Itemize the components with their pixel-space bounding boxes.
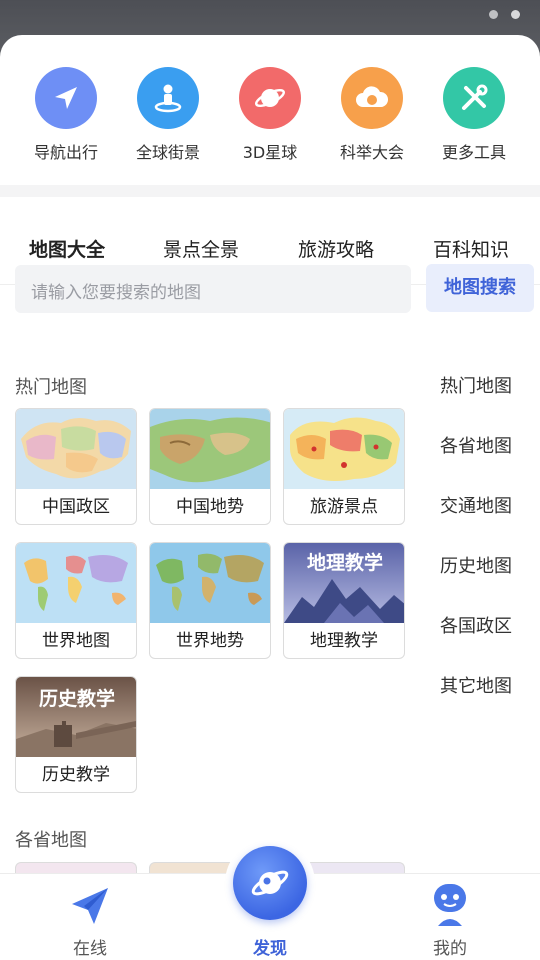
map-card-china-terrain[interactable]: 中国地势 (149, 408, 271, 525)
tab-travel-guide[interactable]: 旅游攻略 (298, 235, 374, 262)
quick-action-label: 导航出行 (33, 143, 98, 162)
section-title-hot-maps: 热门地图 (15, 377, 87, 398)
tab-map-collection[interactable]: 地图大全 (29, 235, 105, 262)
side-menu-country-political[interactable]: 各国政区 (440, 612, 512, 638)
status-dot (489, 10, 498, 19)
map-card-world-terrain[interactable]: 世界地势 (149, 542, 271, 659)
nav-label: 在线 (73, 939, 107, 959)
geography-teaching-overlay: 地理教学 (307, 551, 383, 574)
map-card-history-teaching[interactable]: 历史教学 历史教学 (15, 676, 137, 793)
map-card-label: 历史教学 (42, 765, 110, 785)
tourist-map-thumbnail (284, 409, 404, 489)
quick-action-navigation[interactable]: 导航出行 (16, 67, 116, 163)
map-card-label: 旅游景点 (310, 497, 378, 517)
navigation-arrow-icon (35, 67, 97, 129)
history-teaching-thumbnail: 历史教学 (16, 677, 136, 757)
map-card-tourist-attractions[interactable]: 旅游景点 (283, 408, 405, 525)
quick-actions: 导航出行 全球街景 3D星球 科举大会 更多工具 (0, 35, 540, 185)
world-map-thumbnail (16, 543, 136, 623)
cloud-exam-icon (341, 67, 403, 129)
search-input[interactable]: 请输入您要搜索的地图 (15, 265, 411, 313)
quick-action-label: 更多工具 (441, 143, 506, 162)
history-teaching-overlay: 历史教学 (39, 687, 115, 710)
map-search-button[interactable]: 地图搜索 (426, 264, 534, 312)
quick-action-street-view[interactable]: 全球街景 (118, 67, 218, 163)
status-dot (511, 10, 520, 19)
tab-scenic-panorama[interactable]: 景点全景 (163, 235, 239, 262)
nav-label: 我的 (433, 939, 467, 959)
map-card-label: 地理教学 (310, 631, 378, 651)
planet-icon (239, 67, 301, 129)
quick-action-label: 全球街景 (135, 143, 200, 162)
discover-planet-button[interactable] (233, 846, 307, 920)
side-menu-other-maps[interactable]: 其它地图 (440, 672, 512, 698)
geography-teaching-thumbnail: 地理教学 (284, 543, 404, 623)
section-title-province-maps: 各省地图 (15, 830, 87, 851)
china-terrain-map-thumbnail (150, 409, 270, 489)
tools-icon (443, 67, 505, 129)
map-card-label: 世界地图 (42, 631, 110, 651)
side-menu-hot-maps[interactable]: 热门地图 (440, 372, 512, 398)
street-view-icon (137, 67, 199, 129)
quick-action-3d-planet[interactable]: 3D星球 (220, 67, 320, 163)
side-menu-traffic-maps[interactable]: 交通地图 (440, 492, 512, 518)
side-menu-history-maps[interactable]: 历史地图 (440, 552, 512, 578)
map-card-world-map[interactable]: 世界地图 (15, 542, 137, 659)
profile-robot-icon (434, 884, 466, 926)
paper-plane-icon (72, 888, 108, 924)
section-divider (0, 185, 540, 197)
china-political-map-thumbnail (16, 409, 136, 489)
quick-action-more-tools[interactable]: 更多工具 (424, 67, 524, 163)
tab-encyclopedia[interactable]: 百科知识 (433, 235, 509, 262)
map-card-china-political[interactable]: 中国政区 (15, 408, 137, 525)
nav-label: 发现 (253, 939, 287, 959)
discover-planet-icon (251, 870, 289, 896)
map-card-geography-teaching[interactable]: 地理教学 地理教学 (283, 542, 405, 659)
quick-action-label: 3D星球 (242, 143, 298, 162)
map-card-label: 中国地势 (176, 497, 244, 517)
world-terrain-map-thumbnail (150, 543, 270, 623)
map-card-label: 世界地势 (176, 631, 244, 651)
quick-action-exam[interactable]: 科举大会 (322, 67, 422, 163)
quick-action-label: 科举大会 (339, 143, 404, 162)
side-menu-province-maps[interactable]: 各省地图 (440, 432, 512, 458)
map-card-label: 中国政区 (42, 497, 110, 517)
